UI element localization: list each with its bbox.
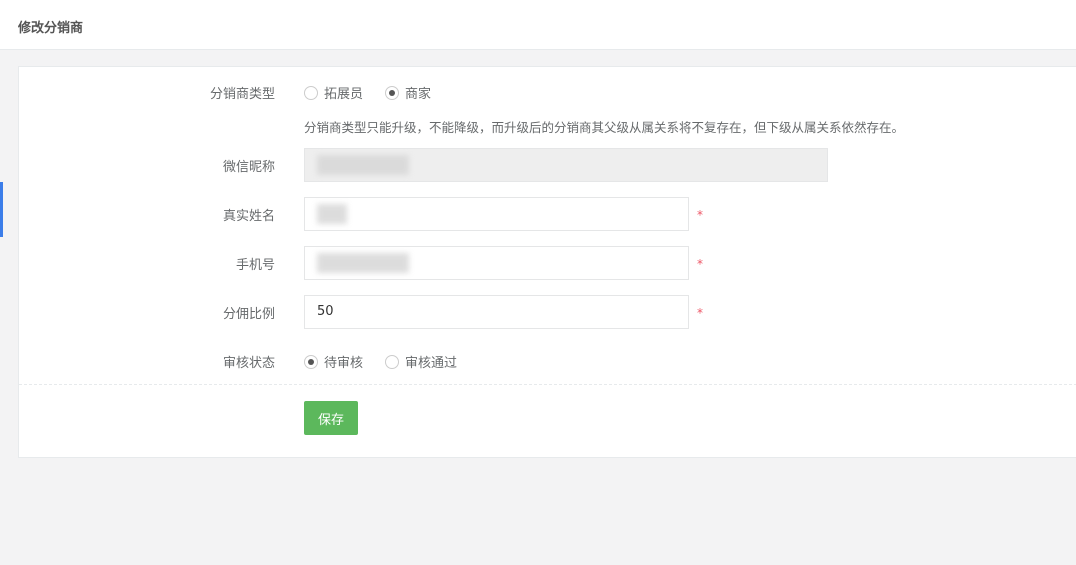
type-hint-text: 分销商类型只能升级，不能降级，而升级后的分销商其父级从属关系将不复存在，但下级从… <box>304 120 905 135</box>
redacted-value <box>317 253 409 273</box>
form-divider <box>19 384 1076 385</box>
radio-circle <box>385 354 399 369</box>
phone-label: 手机号 <box>235 258 275 273</box>
nickname-label: 微信昵称 <box>222 160 275 175</box>
redacted-value <box>317 204 347 224</box>
realname-label: 真实姓名 <box>222 209 275 224</box>
save-button[interactable]: 保存 <box>304 401 358 435</box>
required-mark: * <box>697 257 703 271</box>
phone-input[interactable] <box>304 246 689 280</box>
redacted-value <box>317 155 409 175</box>
radio-circle <box>304 85 318 100</box>
status-option-pending[interactable]: 待审核 <box>304 352 363 371</box>
realname-input[interactable] <box>304 197 689 231</box>
radio-label: 商家 <box>405 87 432 102</box>
radio-label: 拓展员 <box>324 87 364 102</box>
radio-circle-checked <box>304 354 318 369</box>
ratio-label: 分佣比例 <box>222 307 275 322</box>
radio-label: 审核通过 <box>405 356 458 371</box>
edit-distributor-form: 分销商类型 拓展员 商家 分销商类型只能升级，不能降级，而升级后的分销商其父级从… <box>18 66 1076 458</box>
page-header: 修改分销商 <box>0 0 1076 50</box>
radio-circle-checked <box>385 85 399 100</box>
required-mark: * <box>697 306 703 320</box>
page-title: 修改分销商 <box>18 21 84 36</box>
ratio-input[interactable]: 50 <box>304 295 689 329</box>
status-option-approved[interactable]: 审核通过 <box>385 352 457 371</box>
required-mark: * <box>697 208 703 222</box>
type-option-merchant[interactable]: 商家 <box>385 83 431 102</box>
status-label: 审核状态 <box>222 356 275 371</box>
type-label: 分销商类型 <box>209 87 275 102</box>
radio-label: 待审核 <box>324 356 364 371</box>
sidebar-active-indicator <box>0 182 3 237</box>
type-option-promoter[interactable]: 拓展员 <box>304 83 363 102</box>
nickname-field <box>304 148 828 182</box>
